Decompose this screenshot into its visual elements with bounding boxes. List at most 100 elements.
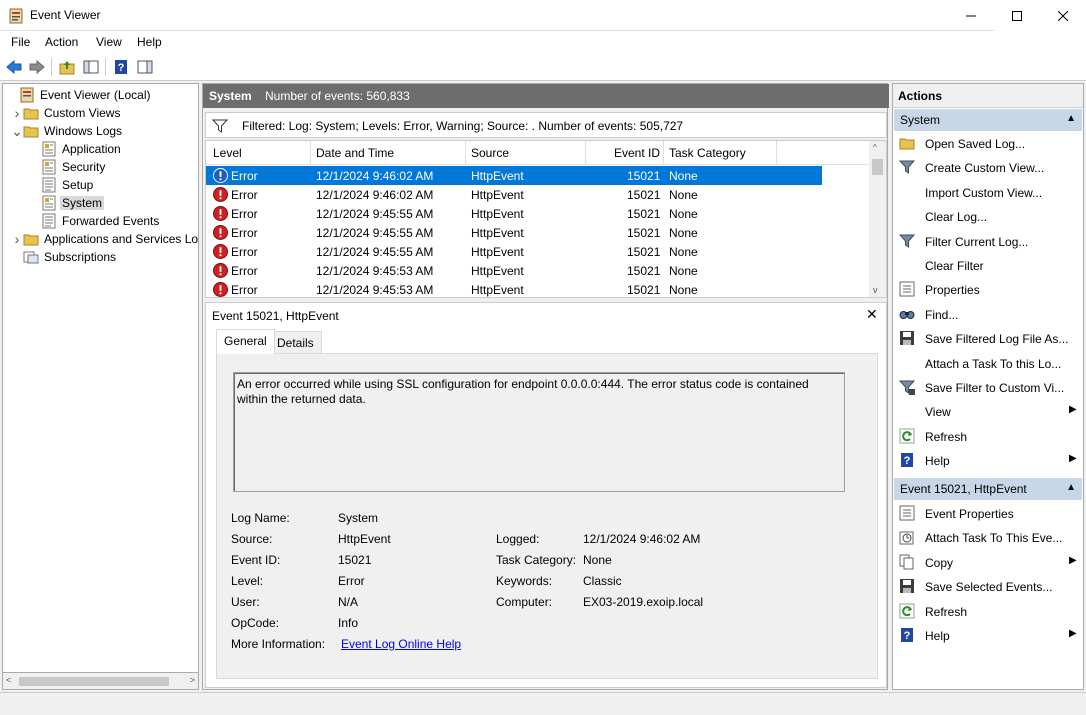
forward-button[interactable] bbox=[27, 57, 47, 77]
tab-details[interactable]: Details bbox=[269, 331, 322, 353]
tree-item-windows-logs[interactable]: ⌄ Windows Logs bbox=[11, 122, 124, 140]
cell-level: Error bbox=[231, 245, 258, 259]
action-view[interactable]: View ▶ bbox=[899, 401, 1081, 423]
folder-tree-icon bbox=[23, 123, 39, 139]
action-find[interactable]: Find... bbox=[899, 304, 1081, 326]
action-attach-task-to-this-eve[interactable]: Attach Task To This Eve... bbox=[899, 527, 1081, 549]
menu-help[interactable]: Help bbox=[137, 35, 162, 49]
back-button[interactable] bbox=[4, 57, 24, 77]
menu-file[interactable]: File bbox=[11, 35, 30, 49]
action-help[interactable]: ? Help ▶ bbox=[899, 450, 1081, 472]
svg-text:?: ? bbox=[904, 630, 911, 642]
table-row[interactable]: Error 12/1/2024 9:45:53 AM HttpEvent 15021 N… bbox=[206, 261, 822, 280]
action-label: Save Filtered Log File As... bbox=[925, 332, 1069, 347]
column-event-id[interactable]: Event ID bbox=[614, 146, 660, 160]
section-event-title: Event 15021, HttpEvent bbox=[900, 482, 1027, 496]
column-task-category[interactable]: Task Category bbox=[669, 146, 746, 160]
error-icon bbox=[213, 282, 228, 297]
cell-level: Error bbox=[231, 207, 258, 221]
collapse-caret-icon[interactable]: ▲ bbox=[1066, 113, 1076, 124]
collapsed-chevron-icon[interactable]: › bbox=[11, 231, 23, 247]
action-create-custom-view[interactable]: Create Custom View... bbox=[898, 157, 1081, 179]
grid-vertical-scrollbar[interactable]: ^ v bbox=[869, 141, 886, 297]
show-action-pane-button[interactable] bbox=[135, 57, 155, 77]
action-help[interactable]: ? Help ▶ bbox=[899, 625, 1081, 647]
tree-item-security[interactable]: Security bbox=[29, 158, 107, 176]
filter-text: Filtered: Log: System; Levels: Error, Wa… bbox=[242, 119, 684, 133]
collapse-caret-icon[interactable]: ▲ bbox=[1066, 482, 1076, 493]
scroll-thumb[interactable] bbox=[19, 677, 169, 686]
column-source[interactable]: Source bbox=[471, 146, 509, 160]
scroll-up-icon[interactable]: ^ bbox=[873, 143, 877, 152]
cell-source: HttpEvent bbox=[471, 169, 524, 183]
close-detail-icon[interactable]: ✕ bbox=[866, 306, 878, 323]
cell-task-category: None bbox=[669, 264, 698, 278]
menu-action[interactable]: Action bbox=[45, 35, 78, 49]
action-clear-log[interactable]: Clear Log... bbox=[899, 206, 1081, 228]
action-label: Attach a Task To this Lo... bbox=[925, 356, 1062, 371]
tree-item-system[interactable]: System bbox=[29, 194, 105, 212]
event-message[interactable]: An error occurred while using SSL config… bbox=[233, 372, 845, 492]
action-refresh[interactable]: Refresh bbox=[899, 426, 1081, 448]
up-folder-button[interactable] bbox=[57, 57, 77, 77]
expanded-chevron-icon[interactable]: ⌄ bbox=[11, 123, 23, 140]
action-clear-filter[interactable]: Clear Filter bbox=[899, 255, 1081, 277]
tree-item-forwarded-events[interactable]: Forwarded Events bbox=[29, 212, 161, 230]
action-import-custom-view[interactable]: Import Custom View... bbox=[899, 182, 1081, 204]
table-row[interactable]: Error 12/1/2024 9:45:55 AM HttpEvent 15021 N… bbox=[206, 223, 822, 242]
tree-horizontal-scrollbar[interactable]: < > bbox=[2, 672, 199, 690]
logged-value: 12/1/2024 9:46:02 AM bbox=[583, 532, 701, 546]
cell-event-id: 15021 bbox=[627, 283, 661, 297]
table-row[interactable]: Error 12/1/2024 9:45:55 AM HttpEvent 15021 N… bbox=[206, 204, 822, 223]
folder-tree-icon bbox=[23, 231, 39, 247]
tree-item-custom-views[interactable]: › Custom Views bbox=[11, 104, 122, 122]
column-date-time[interactable]: Date and Time bbox=[316, 146, 394, 160]
svg-text:?: ? bbox=[118, 62, 125, 74]
tree-item-label: Custom Views bbox=[44, 106, 121, 120]
tree-item-application[interactable]: Application bbox=[29, 140, 123, 158]
table-row[interactable]: Error 12/1/2024 9:46:02 AM HttpEvent 15021 N… bbox=[206, 185, 822, 204]
collapsed-chevron-icon[interactable]: › bbox=[11, 105, 23, 121]
show-hide-tree-button[interactable] bbox=[81, 57, 101, 77]
tree-item-applications-and-services-lo[interactable]: › Applications and Services Lo bbox=[11, 230, 198, 248]
minimize-button-2[interactable] bbox=[948, 0, 994, 31]
action-save-selected-events[interactable]: Save Selected Events... bbox=[899, 576, 1081, 598]
center-pane: System Number of events: 560,833 Filtere… bbox=[202, 83, 889, 690]
grid-scroll-thumb[interactable] bbox=[872, 159, 883, 175]
maximize-button[interactable] bbox=[994, 0, 1040, 31]
action-refresh[interactable]: Refresh bbox=[899, 601, 1081, 623]
action-label: Find... bbox=[925, 307, 959, 322]
action-event-properties[interactable]: Event Properties bbox=[899, 503, 1081, 525]
column-level[interactable]: Level bbox=[213, 146, 242, 160]
action-save-filtered-log-file-as[interactable]: Save Filtered Log File As... bbox=[899, 328, 1081, 350]
action-properties[interactable]: Properties bbox=[899, 279, 1081, 301]
action-filter-current-log[interactable]: Filter Current Log... bbox=[898, 231, 1081, 253]
help-button[interactable]: ? bbox=[111, 57, 131, 77]
table-row[interactable]: Error 12/1/2024 9:45:55 AM HttpEvent 15021 N… bbox=[206, 242, 822, 261]
actions-section-event[interactable]: Event 15021, HttpEvent ▲ bbox=[894, 478, 1082, 500]
action-save-filter-to-custom-vi[interactable]: Save Filter to Custom Vi... bbox=[898, 377, 1081, 399]
tree-item-setup[interactable]: Setup bbox=[29, 176, 95, 194]
actions-section-system[interactable]: System ▲ bbox=[894, 109, 1082, 131]
refresh-icon bbox=[899, 428, 915, 444]
tab-general[interactable]: General bbox=[216, 329, 275, 354]
tree-item-subscriptions[interactable]: Subscriptions bbox=[11, 248, 118, 266]
tree-item-label: Windows Logs bbox=[44, 124, 123, 138]
scroll-right-icon[interactable]: > bbox=[190, 675, 195, 685]
menu-view[interactable]: View bbox=[96, 35, 122, 49]
action-open-saved-log[interactable]: Open Saved Log... bbox=[899, 133, 1081, 155]
action-copy[interactable]: Copy ▶ bbox=[899, 552, 1081, 574]
scroll-left-icon[interactable]: < bbox=[6, 675, 11, 685]
scroll-down-icon[interactable]: v bbox=[873, 285, 878, 295]
tree-item-label: System bbox=[60, 196, 105, 210]
computer-value: EX03-2019.exoip.local bbox=[583, 595, 704, 609]
action-attach-a-task-to-this-lo[interactable]: Attach a Task To this Lo... bbox=[899, 353, 1081, 375]
more-info-label: More Information: bbox=[231, 637, 326, 651]
action-label: Properties bbox=[925, 283, 980, 298]
table-row[interactable]: Error 12/1/2024 9:45:53 AM HttpEvent 15021 N… bbox=[206, 280, 822, 297]
event-log-online-help-link[interactable]: Event Log Online Help bbox=[341, 637, 461, 651]
tree-item-event-viewer-local[interactable]: Event Viewer (Local) bbox=[7, 86, 153, 104]
table-row[interactable]: Error 12/1/2024 9:46:02 AM HttpEvent 15021 N… bbox=[206, 166, 822, 185]
user-value: N/A bbox=[338, 595, 359, 609]
close-button[interactable] bbox=[1040, 0, 1086, 31]
